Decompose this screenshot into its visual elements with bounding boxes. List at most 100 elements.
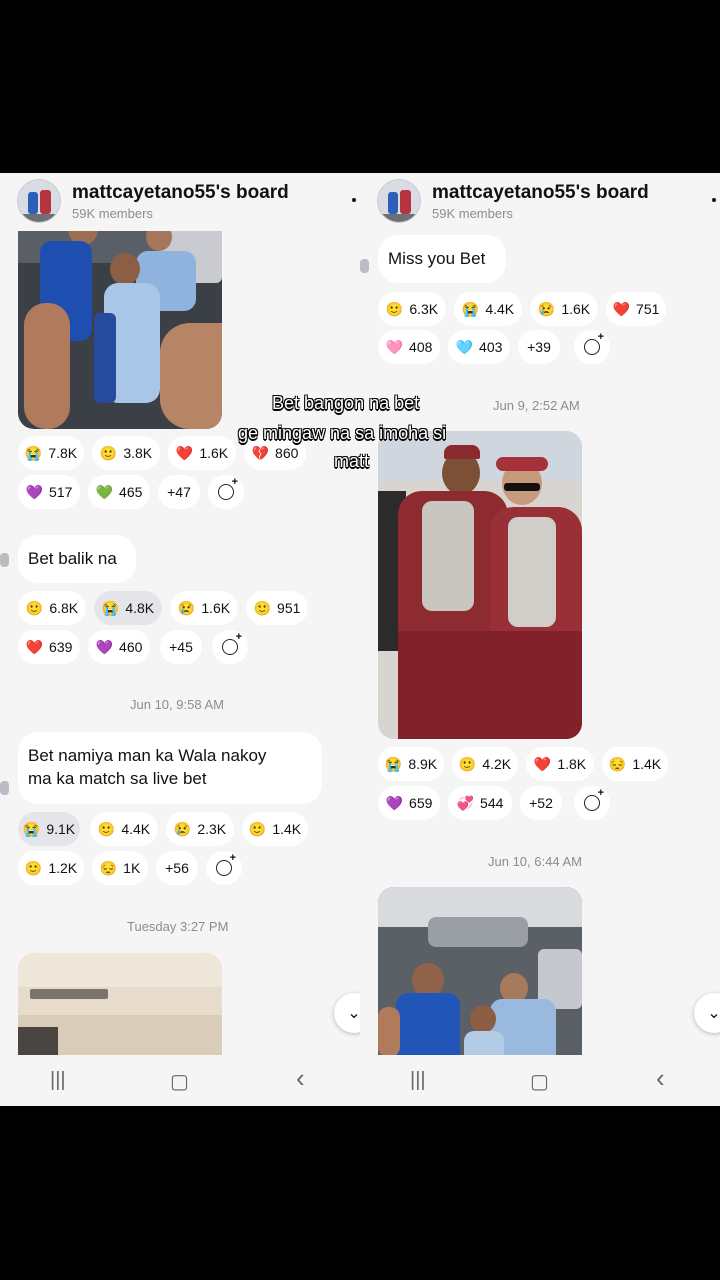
timestamp: Tuesday 3:27 PM [127, 919, 229, 934]
reaction-chip[interactable]: 🙂 1.4K [242, 812, 308, 846]
reaction-chip[interactable]: 🙂 3.8K [92, 436, 160, 470]
scroll-to-bottom-button[interactable]: ⌄ [334, 993, 360, 1033]
pensive-face-icon: 😔 [608, 755, 627, 772]
back-icon[interactable]: ‹ [296, 1063, 305, 1094]
reaction-chip[interactable]: ❤️ 1.8K [526, 747, 594, 781]
back-icon[interactable]: ‹ [656, 1063, 665, 1094]
reaction-chip[interactable]: 🩵 403 [448, 330, 510, 364]
recent-apps-icon[interactable]: ||| [410, 1069, 426, 1092]
reaction-chip[interactable]: 💜 659 [378, 786, 440, 820]
reaction-chip[interactable]: 💚 465 [88, 475, 150, 509]
message-bubble[interactable]: Bet balik na [18, 535, 136, 583]
reaction-chip[interactable]: 😢 1.6K [530, 292, 598, 326]
crying-face-icon: 😭 [101, 599, 120, 616]
more-options-icon[interactable] [352, 198, 356, 202]
reaction-chip[interactable]: 💞 544 [448, 786, 512, 820]
board-avatar[interactable] [377, 179, 421, 223]
reaction-row: 🩷 408 🩵 403 +39 [378, 330, 708, 364]
reaction-chip[interactable]: 🙂 4.2K [452, 747, 518, 781]
reaction-chip[interactable]: 😔 1K [92, 851, 148, 885]
green-heart-icon: 💚 [95, 483, 114, 500]
reaction-chip[interactable]: ❤️ 1.6K [168, 436, 236, 470]
member-count: 59K members [72, 206, 153, 221]
scroll-to-bottom-button[interactable]: ⌄ [694, 993, 720, 1033]
sender-avatar [0, 553, 9, 567]
reaction-chip[interactable]: 🙂 951 [246, 591, 308, 625]
add-reaction-button[interactable] [212, 630, 248, 664]
more-reactions-chip[interactable]: +56 [156, 851, 198, 885]
crying-face-icon: 😭 [461, 300, 480, 317]
add-reaction-button[interactable] [206, 851, 242, 885]
crying-face-icon: 😭 [22, 820, 41, 837]
system-nav-bar: ||| ▢ ‹ [0, 1055, 360, 1106]
timestamp: Jun 10, 6:44 AM [488, 854, 582, 869]
smiling-face-icon: 🙂 [25, 599, 44, 616]
more-options-icon[interactable] [712, 198, 716, 202]
reaction-row: 🙂 6.8K 😭 4.8K 😢 1.6K 🙂 951 [18, 591, 348, 625]
reaction-chip[interactable]: 😢 2.3K [166, 812, 234, 846]
reaction-chip[interactable]: 😔 1.4K [602, 747, 668, 781]
message-bubble[interactable]: Miss you Bet [378, 235, 506, 283]
sad-face-icon: 😢 [177, 599, 196, 616]
recent-apps-icon[interactable]: ||| [50, 1069, 66, 1092]
reaction-chip[interactable]: ❤️ 639 [18, 630, 80, 664]
van-group-photo[interactable] [378, 887, 582, 1057]
reaction-chip[interactable]: 😭 8.9K [378, 747, 444, 781]
reaction-row: 😭 8.9K 🙂 4.2K ❤️ 1.8K 😔 1.4K [378, 747, 708, 781]
board-header: mattcayetano55's board 59K members [0, 173, 360, 231]
reaction-row: 🙂 1.2K 😔 1K +56 [18, 851, 348, 885]
reaction-chip[interactable]: 💜 517 [18, 475, 80, 509]
add-reaction-icon [584, 787, 604, 811]
system-nav-bar: ||| ▢ ‹ [360, 1055, 720, 1106]
light-blue-heart-icon: 🩵 [455, 338, 474, 355]
more-reactions-chip[interactable]: +45 [160, 630, 202, 664]
reaction-chip[interactable]: ❤️ 751 [606, 292, 666, 326]
reaction-chip-selected[interactable]: 😭 4.8K [94, 591, 162, 625]
board-avatar[interactable] [17, 179, 61, 223]
home-icon[interactable]: ▢ [530, 1069, 549, 1094]
left-screenshot: 😭7.8K 🙂3.8K ❤️1.6K 💔860 💜517 💚465 +47 Be… [0, 173, 360, 1106]
board-title[interactable]: mattcayetano55's board [72, 182, 289, 204]
smiling-face-icon: 🙂 [248, 820, 267, 837]
add-reaction-icon [216, 852, 236, 876]
sender-avatar [0, 781, 9, 795]
pink-heart-icon: 🩷 [385, 338, 404, 355]
reaction-chip[interactable]: 🙂 6.3K [378, 292, 446, 326]
pensive-face-icon: 😔 [99, 859, 118, 876]
more-reactions-chip[interactable]: +47 [158, 475, 200, 509]
reaction-chip[interactable]: 😭 7.8K [18, 436, 84, 470]
reaction-chip-selected[interactable]: 😭 9.1K [18, 812, 80, 846]
reaction-chip[interactable]: 🙂 1.2K [18, 851, 84, 885]
add-reaction-button[interactable] [208, 475, 244, 509]
smiling-face-icon: 🙂 [253, 599, 272, 616]
van-group-photo[interactable] [18, 203, 222, 429]
purple-heart-icon: 💜 [95, 638, 114, 655]
two-hearts-icon: 💞 [456, 794, 475, 811]
reaction-chip[interactable]: 🙂 4.4K [90, 812, 158, 846]
reaction-row: 💜 659 💞 544 +52 [378, 786, 708, 820]
red-heart-icon: ❤️ [25, 638, 44, 655]
home-icon[interactable]: ▢ [170, 1069, 189, 1094]
timestamp: Jun 10, 9:58 AM [130, 697, 224, 712]
add-reaction-icon [584, 331, 604, 355]
board-title[interactable]: mattcayetano55's board [432, 182, 649, 204]
sad-face-icon: 😢 [173, 820, 192, 837]
overlay-caption-line-1: Bet bangon na bet [272, 393, 420, 413]
crying-face-icon: 😭 [384, 755, 403, 772]
more-reactions-chip[interactable]: +52 [520, 786, 562, 820]
reaction-chip[interactable]: 🩷 408 [378, 330, 440, 364]
more-reactions-chip[interactable]: +39 [518, 330, 560, 364]
add-reaction-button[interactable] [574, 330, 610, 364]
room-photo[interactable] [18, 953, 222, 1063]
team-jackets-photo[interactable] [378, 431, 582, 739]
red-heart-icon: ❤️ [533, 755, 552, 772]
reaction-chip[interactable]: 💜 460 [88, 630, 150, 664]
chevron-down-icon: ⌄ [707, 1005, 720, 1022]
reaction-chip[interactable]: 😢 1.6K [170, 591, 238, 625]
reaction-chip[interactable]: 🙂 6.8K [18, 591, 86, 625]
reaction-chip[interactable]: 😭 4.4K [454, 292, 522, 326]
message-bubble[interactable]: Bet namiya man ka Wala nakoy ma ka match… [18, 732, 322, 804]
add-reaction-icon [222, 631, 242, 655]
reaction-row: 💜 517 💚 465 +47 [18, 475, 348, 509]
add-reaction-button[interactable] [574, 786, 610, 820]
